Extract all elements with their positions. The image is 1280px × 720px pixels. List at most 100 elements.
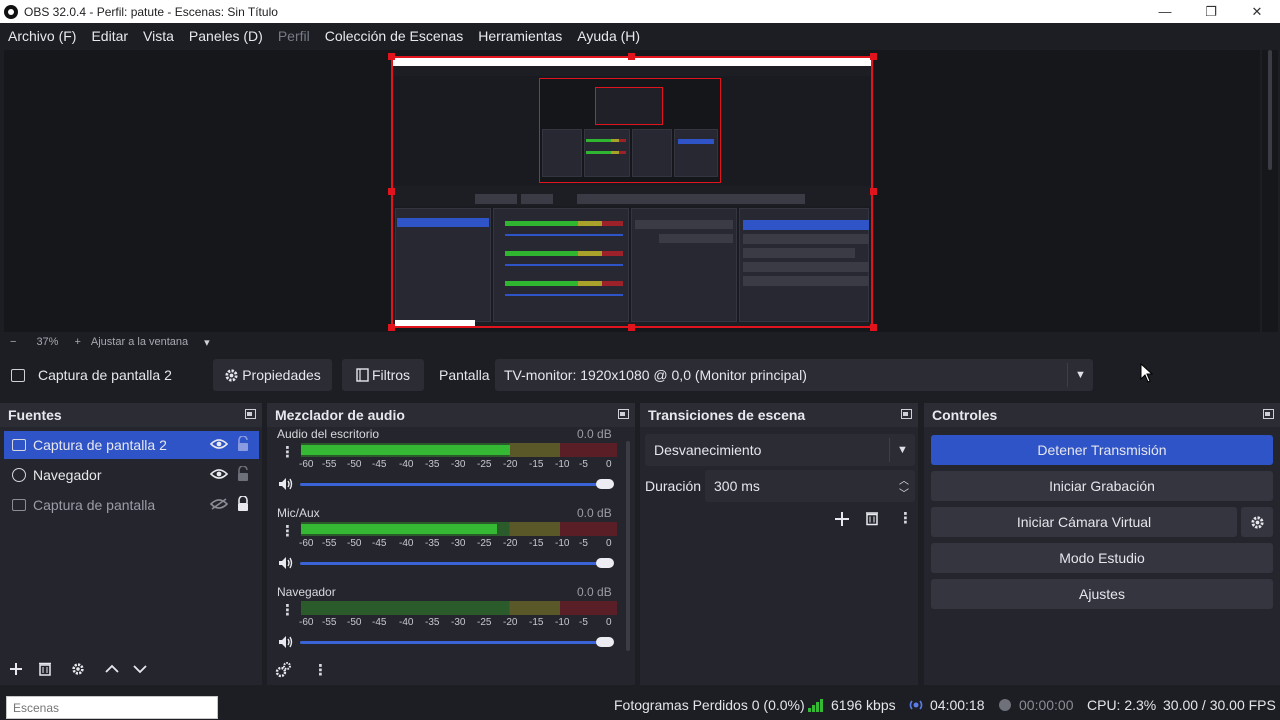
zoom-dropdown[interactable]: ▾	[204, 336, 210, 349]
resize-handle-tl[interactable]	[388, 53, 395, 60]
undock-icon[interactable]	[618, 409, 629, 419]
resize-handle-b[interactable]	[628, 324, 635, 331]
meter-tick-label: -20	[503, 459, 518, 470]
volume-slider-handle[interactable]	[596, 637, 614, 647]
zoom-in-button[interactable]: +	[74, 336, 80, 348]
dropped-frames: Fotogramas Perdidos 0 (0.0%)	[614, 697, 805, 713]
speaker-icon[interactable]	[278, 635, 294, 649]
settings-button[interactable]: Ajustes	[931, 579, 1273, 609]
preview-canvas[interactable]	[391, 56, 873, 328]
chevron-down-icon[interactable]	[133, 664, 147, 674]
mixer-menu-icon[interactable]: ⋮	[313, 663, 328, 678]
preview-scrollbar[interactable]	[1262, 50, 1278, 332]
advanced-audio-gear-icon[interactable]	[275, 662, 291, 678]
chevron-up-icon[interactable]	[105, 664, 119, 674]
undock-icon[interactable]	[901, 409, 912, 419]
stop-streaming-button[interactable]: Detener Transmisión	[931, 435, 1273, 465]
mixer-title: Mezclador de audio	[275, 407, 405, 423]
trash-icon[interactable]	[38, 661, 52, 676]
mixer-scrollbar[interactable]	[626, 441, 630, 651]
source-item[interactable]: Captura de pantalla	[4, 491, 259, 519]
mixer-scroll-area[interactable]: Audio del escritorio 0.0 dB ⋮ -60 -55 -50 -45-…	[267, 427, 629, 653]
eye-icon[interactable]	[210, 438, 228, 450]
meter-tick-label: -25	[477, 617, 492, 628]
transitions-dock-title: Transiciones de escena	[640, 403, 918, 427]
menu-perfil[interactable]: Perfil	[278, 28, 310, 44]
display-select-value: TV-monitor: 1920x1080 @ 0,0 (Monitor pri…	[504, 367, 807, 383]
volume-slider[interactable]	[300, 641, 605, 644]
meter-tick-label: -45	[372, 538, 387, 549]
channel-menu-icon[interactable]: ⋮	[280, 603, 295, 618]
undock-icon[interactable]	[245, 409, 256, 419]
transition-select[interactable]: Desvanecimiento ▼	[645, 434, 915, 466]
unlock-icon[interactable]	[236, 466, 250, 482]
unlock-icon[interactable]	[236, 436, 250, 452]
channel-name: Mic/Aux	[277, 506, 320, 520]
undock-icon[interactable]	[1263, 409, 1274, 419]
display-select[interactable]: TV-monitor: 1920x1080 @ 0,0 (Monitor pri…	[495, 359, 1093, 391]
eye-hidden-icon[interactable]	[210, 498, 228, 510]
minimize-button[interactable]: —	[1142, 0, 1188, 23]
gear-icon[interactable]	[71, 662, 85, 676]
filters-button[interactable]: Filtros	[342, 359, 424, 391]
meter-tick-label: -25	[477, 538, 492, 549]
restore-button[interactable]: ❐	[1188, 0, 1234, 23]
volume-meter	[301, 601, 617, 615]
volume-meter-fill	[301, 445, 510, 455]
stepper-down-icon[interactable]: ﹀	[899, 485, 909, 500]
meter-tick-label: -40	[399, 617, 414, 628]
transition-select-value: Desvanecimiento	[654, 442, 762, 458]
virtual-camera-settings-button[interactable]	[1241, 507, 1273, 537]
monitor-icon	[11, 369, 25, 382]
menu-vista[interactable]: Vista	[143, 28, 174, 44]
volume-slider[interactable]	[300, 562, 605, 565]
resize-handle-tr[interactable]	[870, 53, 877, 60]
resize-handle-l[interactable]	[388, 188, 395, 195]
meter-tick-label: -35	[425, 538, 440, 549]
menu-editar[interactable]: Editar	[91, 28, 128, 44]
window-title: OBS 32.0.4 - Perfil: patute - Escenas: S…	[24, 4, 278, 19]
speaker-icon[interactable]	[278, 556, 294, 570]
meter-tick-label: -15	[529, 459, 544, 470]
menu-ayuda[interactable]: Ayuda (H)	[577, 28, 640, 44]
speaker-icon[interactable]	[278, 477, 294, 491]
add-source-icon[interactable]	[9, 662, 23, 676]
channel-db: 0.0 dB	[577, 427, 612, 441]
add-transition-icon[interactable]	[834, 511, 850, 527]
studio-mode-button[interactable]: Modo Estudio	[931, 543, 1273, 573]
resize-handle-t[interactable]	[628, 53, 635, 60]
menu-paneles[interactable]: Paneles (D)	[189, 28, 263, 44]
meter-tick-label: -10	[555, 617, 570, 628]
transition-menu-icon[interactable]: ⋮	[898, 511, 913, 526]
scrollbar-thumb[interactable]	[1268, 50, 1272, 170]
volume-meter	[301, 443, 617, 457]
close-button[interactable]: ✕	[1234, 0, 1280, 23]
eye-icon[interactable]	[210, 468, 228, 480]
properties-button[interactable]: Propiedades	[213, 359, 332, 391]
menu-archivo[interactable]: Archivo (F)	[8, 28, 76, 44]
menu-coleccion-escenas[interactable]: Colección de Escenas	[325, 28, 464, 44]
duration-spinbox[interactable]: 300 ms ︿ ﹀	[705, 470, 915, 502]
stream-time: 04:00:18	[930, 697, 985, 713]
meter-tick-label: -5	[579, 459, 588, 470]
channel-menu-icon[interactable]: ⋮	[280, 524, 295, 539]
menu-bar: Archivo (F) Editar Vista Paneles (D) Per…	[0, 23, 1280, 49]
source-item[interactable]: Navegador	[4, 461, 259, 489]
scenes-search-input[interactable]	[6, 696, 218, 719]
trash-icon[interactable]	[865, 510, 879, 526]
start-virtual-camera-button[interactable]: Iniciar Cámara Virtual	[931, 507, 1237, 537]
volume-slider[interactable]	[300, 483, 605, 486]
volume-slider-handle[interactable]	[596, 479, 614, 489]
meter-tick-label: -35	[425, 617, 440, 628]
lock-icon[interactable]	[236, 496, 250, 512]
menu-herramientas[interactable]: Herramientas	[478, 28, 562, 44]
channel-menu-icon[interactable]: ⋮	[280, 445, 295, 460]
resize-handle-bl[interactable]	[388, 324, 395, 331]
zoom-out-button[interactable]: −	[10, 336, 16, 348]
resize-handle-br[interactable]	[870, 324, 877, 331]
start-recording-button[interactable]: Iniciar Grabación	[931, 471, 1273, 501]
zoom-fit-label[interactable]: Ajustar a la ventana	[91, 336, 188, 348]
volume-slider-handle[interactable]	[596, 558, 614, 568]
resize-handle-r[interactable]	[870, 188, 877, 195]
source-item[interactable]: Captura de pantalla 2	[4, 431, 259, 459]
